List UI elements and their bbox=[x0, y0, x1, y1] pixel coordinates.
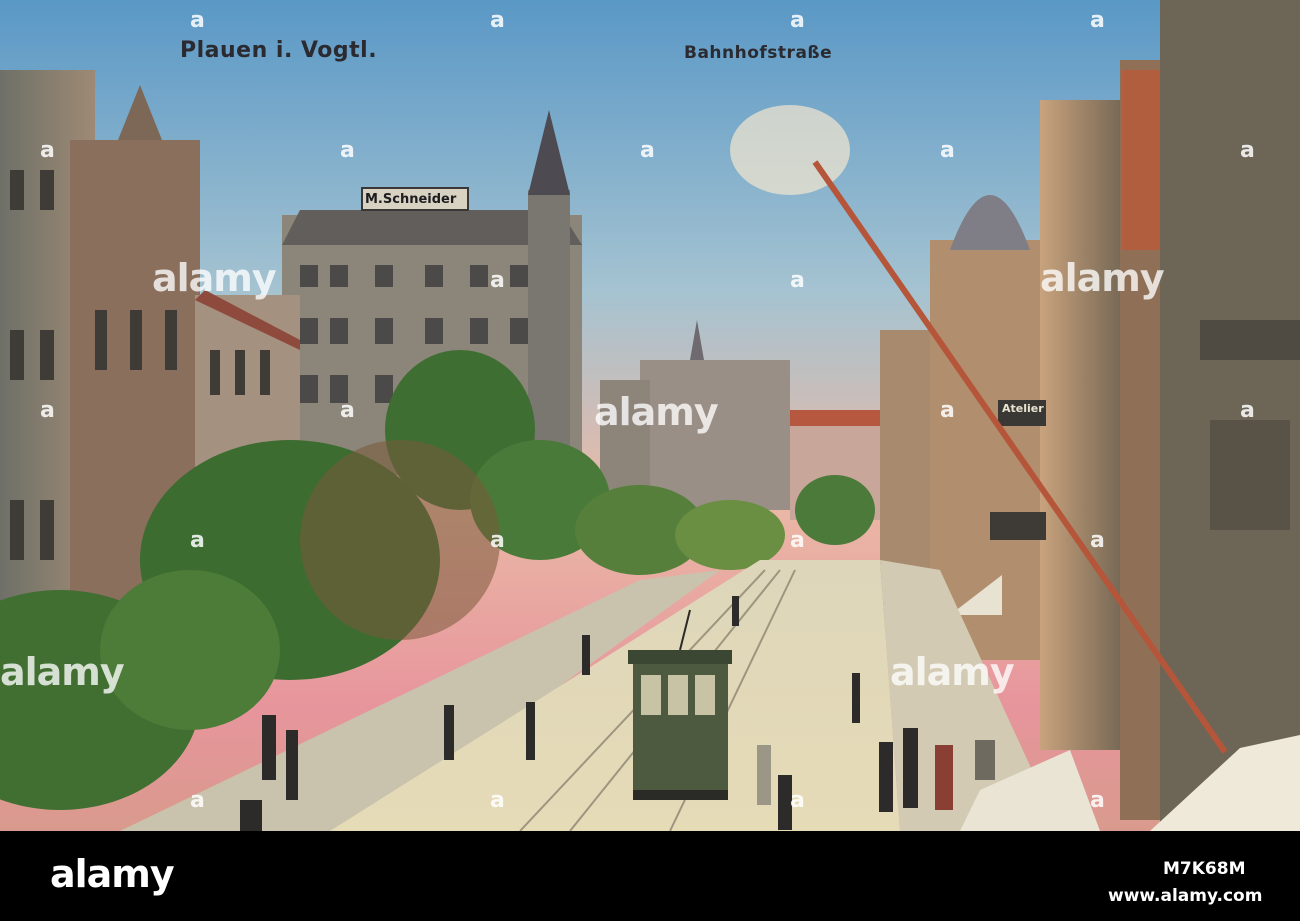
watermark-dot: a bbox=[1240, 138, 1255, 163]
watermark-dot: a bbox=[490, 8, 505, 33]
watermark-dot: a bbox=[940, 398, 955, 423]
watermark-dot: a bbox=[490, 788, 505, 813]
postcard-caption-city: Plauen i. Vogtl. bbox=[180, 38, 378, 63]
watermark-dot: a bbox=[790, 528, 805, 553]
alamy-logo: alamy bbox=[50, 852, 175, 896]
image-reference-id: M7K68M bbox=[1163, 859, 1246, 879]
watermark-dot: a bbox=[490, 528, 505, 553]
watermark-dot: a bbox=[190, 8, 205, 33]
watermark-dot: a bbox=[490, 268, 505, 293]
watermark-dot: a bbox=[1090, 8, 1105, 33]
watermark-dot: a bbox=[190, 788, 205, 813]
watermark-dot: a bbox=[1240, 398, 1255, 423]
watermark-dot: a bbox=[40, 398, 55, 423]
watermark-dot: a bbox=[790, 788, 805, 813]
schneider-sign: M.Schneider bbox=[365, 192, 457, 207]
watermark-dot: a bbox=[340, 398, 355, 423]
watermark-dot: a bbox=[1090, 788, 1105, 813]
watermark-text: alamy bbox=[594, 390, 719, 434]
watermark-dot: a bbox=[790, 268, 805, 293]
watermark-text: alamy bbox=[890, 650, 1015, 694]
watermark-dot: a bbox=[190, 528, 205, 553]
watermark-dot: a bbox=[340, 138, 355, 163]
watermark-dot: a bbox=[640, 138, 655, 163]
photo-stage: Plauen i. Vogtl. Bahnhofstraße M.Schneid… bbox=[0, 0, 1300, 921]
watermark-text: alamy bbox=[1040, 256, 1165, 300]
watermark-dot: a bbox=[790, 8, 805, 33]
atelier-sign: Atelier bbox=[1002, 402, 1044, 415]
watermark-dot: a bbox=[940, 138, 955, 163]
watermark-dot: a bbox=[40, 138, 55, 163]
postcard-caption-street: Bahnhofstraße bbox=[684, 43, 833, 63]
watermark-text: alamy bbox=[0, 650, 125, 694]
watermark-text: alamy bbox=[152, 256, 277, 300]
footer-bar bbox=[0, 831, 1300, 921]
watermark-dot: a bbox=[1090, 528, 1105, 553]
site-url[interactable]: www.alamy.com bbox=[1108, 886, 1262, 906]
